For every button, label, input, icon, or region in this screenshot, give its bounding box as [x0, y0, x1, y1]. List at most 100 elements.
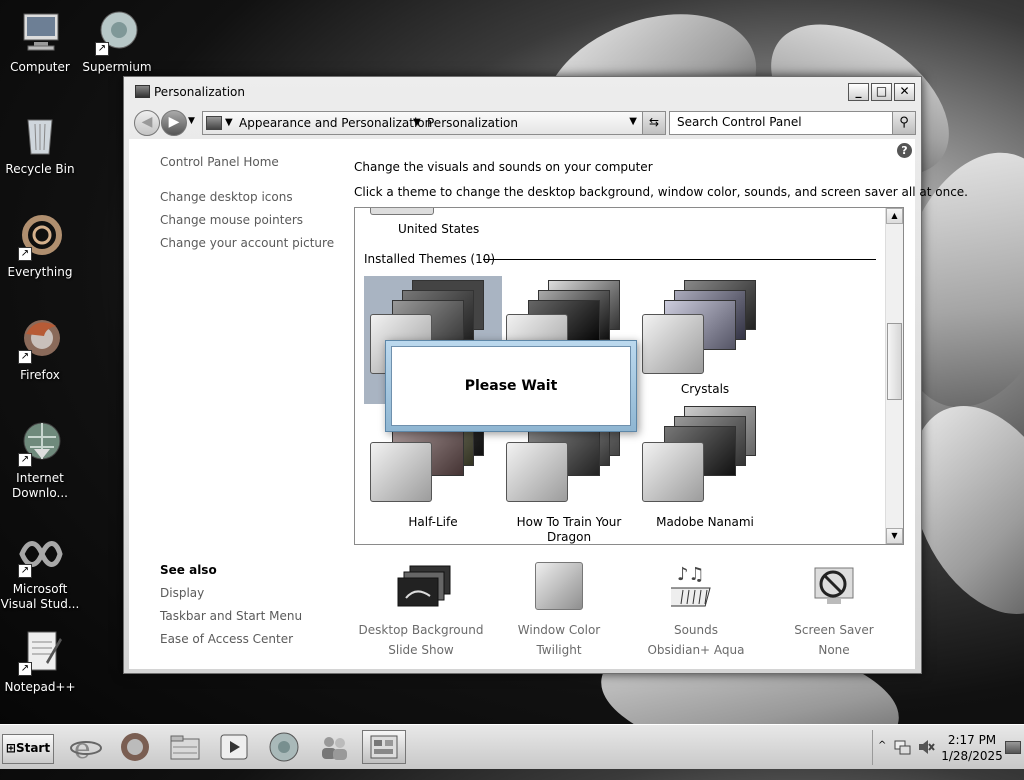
- theme-swatch-partial: [370, 208, 434, 215]
- window-color-title: Window Color: [517, 623, 601, 637]
- windows-logo-icon: ⊞: [5, 741, 16, 755]
- svg-text:e: e: [74, 732, 91, 763]
- desktop-icon-notepad-plus-plus[interactable]: ↗ Notepad++: [0, 628, 80, 695]
- show-desktop-icon[interactable]: [1005, 741, 1021, 754]
- desktop-icon-label: Internet Downlo...: [12, 471, 68, 500]
- shortcut-arrow-icon: ↗: [18, 564, 32, 578]
- shortcut-arrow-icon: ↗: [18, 662, 32, 676]
- desktop-icon-firefox[interactable]: ↗ Firefox: [0, 316, 80, 383]
- network-icon[interactable]: [893, 738, 911, 756]
- desktop-icon-label: Firefox: [20, 368, 60, 382]
- show-hidden-icons-icon[interactable]: ^: [878, 740, 886, 751]
- sounds-title: Sounds: [673, 623, 719, 637]
- scroll-up-icon[interactable]: ▲: [886, 208, 903, 224]
- change-desktop-icons-link[interactable]: Change desktop icons: [160, 190, 293, 204]
- theme-item-crystals[interactable]: Crystals: [636, 276, 774, 404]
- firefox-icon[interactable]: [119, 731, 151, 763]
- file-explorer-icon[interactable]: [169, 731, 201, 763]
- media-player-icon[interactable]: [218, 731, 250, 763]
- recycle-bin-icon: [27, 119, 53, 155]
- desktop-icon-computer[interactable]: Computer: [0, 8, 80, 75]
- start-button[interactable]: ⊞Start: [2, 734, 54, 764]
- control-panel-icon: [206, 116, 222, 130]
- installed-themes-label: Installed Themes (10): [364, 252, 496, 266]
- display-link[interactable]: Display: [160, 586, 204, 600]
- search-box[interactable]: ⚲: [669, 111, 916, 135]
- svg-text:♪♫: ♪♫: [677, 564, 705, 585]
- breadcrumb-root-dropdown-icon[interactable]: ▼: [225, 117, 233, 128]
- close-button[interactable]: ✕: [894, 83, 915, 101]
- breadcrumb-appearance[interactable]: Appearance and Personalization: [239, 116, 432, 130]
- supermium-icon[interactable]: [268, 731, 300, 763]
- start-label: Start: [15, 741, 51, 755]
- search-icon[interactable]: ⚲: [892, 112, 915, 134]
- back-button[interactable]: ◀: [134, 110, 160, 136]
- desktop-icon-supermium[interactable]: ↗ Supermium: [77, 8, 157, 75]
- recent-pages-dropdown-icon[interactable]: ▼: [188, 116, 195, 126]
- title-bar[interactable]: Personalization _ □ ✕: [132, 81, 915, 103]
- help-icon[interactable]: ?: [897, 143, 912, 158]
- breadcrumb-personalization[interactable]: Personalization: [427, 116, 518, 130]
- theme-item-madobe-nanami[interactable]: Madobe Nanami: [636, 406, 774, 536]
- theme-list-scrollbar[interactable]: ▲ ▼: [885, 208, 903, 544]
- volume-muted-icon[interactable]: [917, 738, 935, 756]
- theme-name: Madobe Nanami: [656, 515, 754, 529]
- desktop-background-icon: [397, 565, 451, 607]
- scroll-thumb[interactable]: [887, 323, 902, 400]
- users-icon[interactable]: [318, 731, 350, 763]
- control-panel-icon: [135, 85, 150, 98]
- sounds-value: Obsidian+ Aqua: [647, 643, 745, 657]
- clock-time: 2:17 PM: [947, 733, 997, 747]
- window-title: Personalization: [154, 85, 245, 99]
- desktop-icon-internet-download-manager[interactable]: ↗ Internet Downlo...: [0, 419, 80, 501]
- refresh-button[interactable]: ⇆: [642, 111, 666, 135]
- taskbar-start-menu-link[interactable]: Taskbar and Start Menu: [160, 609, 302, 623]
- system-tray: ^ 2:17 PM 1/28/2025: [872, 730, 1023, 765]
- desktop-icon-everything[interactable]: ↗ Everything: [0, 213, 80, 280]
- theme-color-swatch: [506, 442, 568, 502]
- screen-saver-icon: [814, 567, 854, 604]
- window-color-setting[interactable]: Window Color Twilight: [494, 562, 624, 660]
- theme-name-united-states[interactable]: United States: [398, 222, 479, 236]
- desktop-icon-label: Notepad++: [4, 680, 76, 694]
- sounds-setting[interactable]: ♪♫ Sounds Obsidian+ Aqua: [631, 562, 761, 660]
- address-dropdown-icon[interactable]: ▼: [629, 116, 637, 127]
- clock[interactable]: 2:17 PM 1/28/2025: [941, 732, 1003, 764]
- desktop-icon-label: Computer: [10, 60, 70, 74]
- maximize-button[interactable]: □: [871, 83, 892, 101]
- ease-of-access-link[interactable]: Ease of Access Center: [160, 632, 293, 646]
- desktop-background-value: Slide Show: [388, 643, 454, 657]
- screen-saver-setting[interactable]: Screen Saver None: [769, 562, 899, 660]
- shortcut-arrow-icon: ↗: [18, 247, 32, 261]
- change-mouse-pointers-link[interactable]: Change mouse pointers: [160, 213, 303, 227]
- window-color-value: Twilight: [536, 643, 582, 657]
- sounds-icon: ♪♫: [662, 564, 711, 607]
- desktop-icon-label: Microsoft Visual Stud...: [0, 582, 80, 611]
- shortcut-arrow-icon: ↗: [18, 350, 32, 364]
- minimize-button[interactable]: _: [848, 83, 869, 101]
- desktop-icon-recycle-bin[interactable]: Recycle Bin: [0, 110, 80, 177]
- change-account-picture-link[interactable]: Change your account picture: [160, 236, 334, 250]
- control-panel-taskbar-button[interactable]: [362, 730, 406, 764]
- desktop-icon-label: Supermium: [82, 60, 152, 74]
- control-panel-home-link[interactable]: Control Panel Home: [160, 155, 279, 169]
- theme-name: Crystals: [680, 382, 730, 396]
- screen-saver-value: None: [818, 643, 850, 657]
- shortcut-arrow-icon: ↗: [95, 42, 109, 56]
- desktop-background-setting[interactable]: Desktop Background Slide Show: [356, 562, 486, 660]
- theme-name: Half-Life: [408, 515, 458, 529]
- theme-color-swatch: [642, 442, 704, 502]
- internet-explorer-icon[interactable]: e: [70, 731, 102, 763]
- breadcrumb-separator-icon[interactable]: ▼: [413, 117, 421, 128]
- desktop-icon-visual-studio[interactable]: ↗ Microsoft Visual Stud...: [0, 530, 80, 612]
- computer-icon: [23, 13, 59, 51]
- window-color-icon: [535, 562, 583, 610]
- scroll-down-icon[interactable]: ▼: [886, 528, 903, 544]
- page-heading: Change the visuals and sounds on your co…: [354, 160, 653, 174]
- forward-button[interactable]: ▶: [161, 110, 187, 136]
- screen-saver-title: Screen Saver: [794, 623, 874, 637]
- please-wait-dialog: Please Wait: [385, 340, 637, 432]
- control-panel-icon: [370, 735, 398, 759]
- address-bar[interactable]: ▼ Appearance and Personalization ▼ Perso…: [202, 111, 666, 135]
- search-input[interactable]: [670, 112, 887, 132]
